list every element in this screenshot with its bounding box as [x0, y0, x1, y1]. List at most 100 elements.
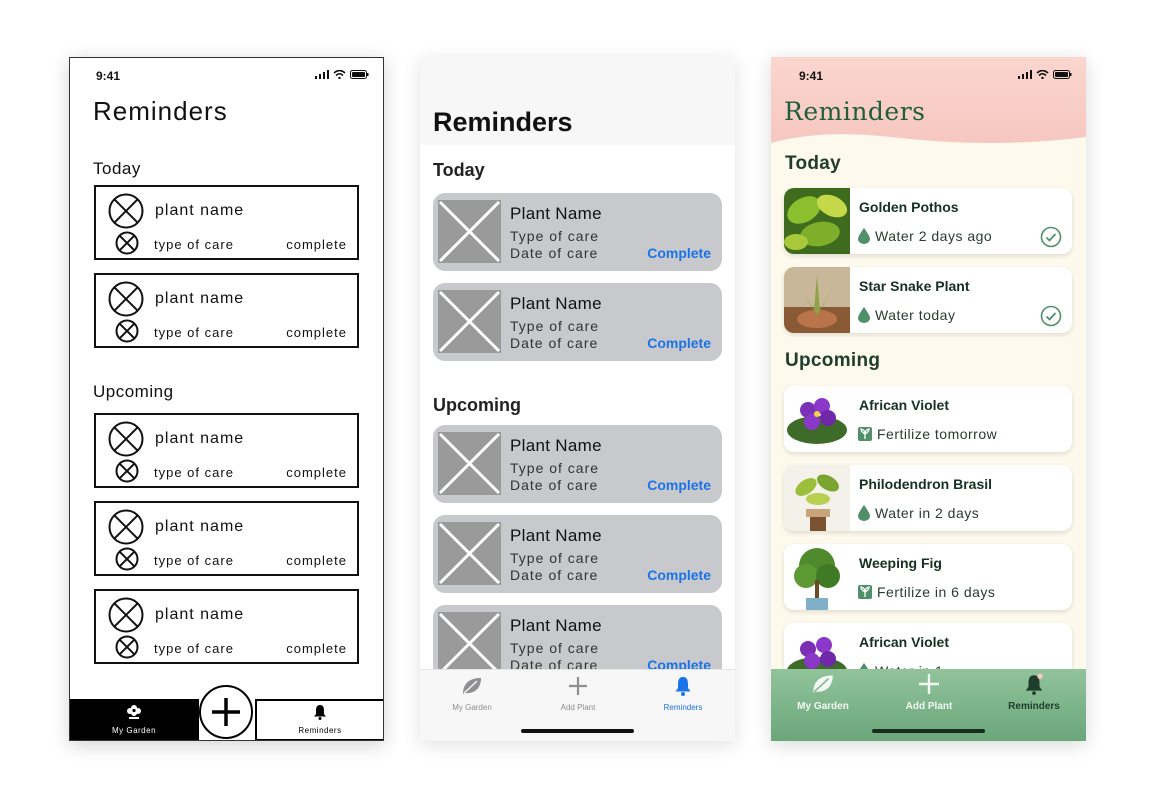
plant-name: Plant Name: [510, 616, 602, 635]
image-placeholder-icon: [438, 200, 501, 263]
add-plant-button[interactable]: [199, 685, 253, 739]
reminder-card[interactable]: Plant Name Type of care Date of care Comple…: [433, 515, 722, 593]
complete-button[interactable]: complete: [286, 553, 347, 568]
water-drop-icon: [858, 505, 870, 521]
tab-label: Reminders: [1008, 701, 1060, 712]
tab-reminders[interactable]: Reminders: [255, 699, 383, 740]
care-placeholder-icon: [115, 635, 139, 659]
plant-name: Plant Name: [510, 526, 602, 545]
tab-my-garden[interactable]: My Garden: [778, 673, 868, 712]
tab-reminders[interactable]: Reminders: [638, 676, 728, 712]
tab-label: Add Plant: [560, 703, 596, 712]
plant-name: plant name: [155, 202, 245, 219]
care-type: Type of care: [510, 318, 600, 334]
reminder-card[interactable]: Plant Name Type of care Date of care Comple…: [433, 283, 722, 361]
tab-label: My Garden: [797, 701, 849, 712]
tab-bar: My Garden Add Plant Reminders: [771, 669, 1086, 741]
care-date: Date of care: [510, 245, 599, 261]
plant-name: plant name: [155, 430, 245, 447]
image-placeholder: [438, 522, 501, 585]
reminder-card[interactable]: African Violet Fertilize tomorrow: [784, 386, 1072, 452]
plus-icon: [569, 677, 587, 695]
complete-button[interactable]: complete: [286, 641, 347, 656]
complete-button[interactable]: Complete: [647, 477, 711, 493]
checkmark-circle-icon[interactable]: [1040, 305, 1062, 327]
battery-icon: [350, 70, 369, 79]
complete-button[interactable]: Complete: [647, 245, 711, 261]
reminder-card[interactable]: Weeping Fig Fertilize in 6 days: [784, 544, 1072, 610]
image-placeholder-icon: [438, 522, 501, 585]
bell-icon: [1025, 673, 1043, 695]
care-task: Fertilize tomorrow: [858, 426, 997, 442]
section-upcoming: Upcoming: [93, 382, 174, 401]
complete-button[interactable]: [1040, 305, 1062, 332]
care-type: type of care: [154, 553, 234, 568]
care-task-label: Fertilize in 6 days: [877, 584, 996, 600]
reminder-card[interactable]: Golden Pothos Water 2 days ago: [784, 188, 1072, 254]
care-placeholder-icon: [115, 231, 139, 255]
reminder-card[interactable]: plant name type of care complete: [94, 501, 359, 576]
tab-add-plant[interactable]: Add Plant: [533, 676, 623, 712]
care-task-label: Water in 2 days: [875, 505, 980, 521]
care-task-label: Water today: [875, 307, 956, 323]
complete-button[interactable]: Complete: [647, 567, 711, 583]
tab-reminders[interactable]: Reminders: [989, 673, 1079, 712]
reminder-card[interactable]: plant name type of care complete: [94, 185, 359, 260]
complete-button[interactable]: complete: [286, 465, 347, 480]
image-placeholder-icon: [438, 432, 501, 495]
image-placeholder-icon: [438, 290, 501, 353]
plant-name: Plant Name: [510, 204, 602, 223]
page-title: Reminders: [93, 96, 228, 126]
plant-name: Golden Pothos: [859, 199, 959, 215]
care-task: Fertilize in 6 days: [858, 584, 995, 600]
fertilizer-icon: [858, 585, 872, 599]
reminder-card[interactable]: plant name type of care complete: [94, 589, 359, 664]
flower-icon: [127, 705, 141, 719]
tab-add-plant[interactable]: Add Plant: [884, 673, 974, 712]
plant-name: African Violet: [859, 397, 949, 413]
care-placeholder-icon: [115, 547, 139, 571]
plant-name: African Violet: [859, 634, 949, 650]
image-placeholder-icon: [108, 193, 144, 229]
status-bar: 9:41: [799, 69, 1072, 83]
care-type: type of care: [154, 465, 234, 480]
wifi-icon: [1036, 70, 1049, 79]
care-date: Date of care: [510, 477, 599, 493]
section-upcoming: Upcoming: [785, 350, 881, 371]
complete-button[interactable]: complete: [286, 237, 347, 252]
reminder-card[interactable]: Star Snake Plant Water today: [784, 267, 1072, 333]
tab-label: Add Plant: [905, 701, 953, 712]
image-placeholder: [438, 432, 501, 495]
image-placeholder-icon: [108, 281, 144, 317]
care-date: Date of care: [510, 567, 599, 583]
plus-icon: [919, 674, 939, 694]
plant-photo: [784, 386, 850, 452]
reminder-card[interactable]: plant name type of care complete: [94, 273, 359, 348]
tab-label: Reminders: [663, 703, 703, 712]
reminder-card[interactable]: Plant Name Type of care Date of care Comple…: [433, 193, 722, 271]
header: 9:41 Reminders: [771, 57, 1086, 149]
checkmark-circle-icon[interactable]: [1040, 226, 1062, 248]
reminder-card[interactable]: Plant Name Type of care Date of care Comple…: [433, 425, 722, 503]
tab-my-garden[interactable]: My Garden: [70, 699, 199, 740]
care-type: Type of care: [510, 640, 600, 656]
plant-name: plant name: [155, 290, 245, 307]
plus-icon: [212, 698, 240, 726]
signal-icon: [315, 70, 329, 79]
complete-button[interactable]: complete: [286, 325, 347, 340]
wireframe-screen: 9:41 Reminders Today plant name type of c…: [69, 57, 384, 741]
complete-button[interactable]: Complete: [647, 335, 711, 351]
reminder-card[interactable]: plant name type of care complete: [94, 413, 359, 488]
plant-photo: [784, 544, 850, 610]
plant-name: Star Snake Plant: [859, 278, 970, 294]
care-type: type of care: [154, 641, 234, 656]
care-type: Type of care: [510, 460, 600, 476]
plant-name: Plant Name: [510, 294, 602, 313]
leaf-icon: [813, 675, 833, 693]
tab-my-garden[interactable]: My Garden: [427, 676, 517, 712]
care-task: Water 2 days ago: [858, 228, 992, 244]
reminder-card[interactable]: Philodendron Brasil Water in 2 days: [784, 465, 1072, 531]
status-time: 9:41: [96, 69, 121, 83]
care-type: Type of care: [510, 550, 600, 566]
complete-button[interactable]: [1040, 226, 1062, 253]
